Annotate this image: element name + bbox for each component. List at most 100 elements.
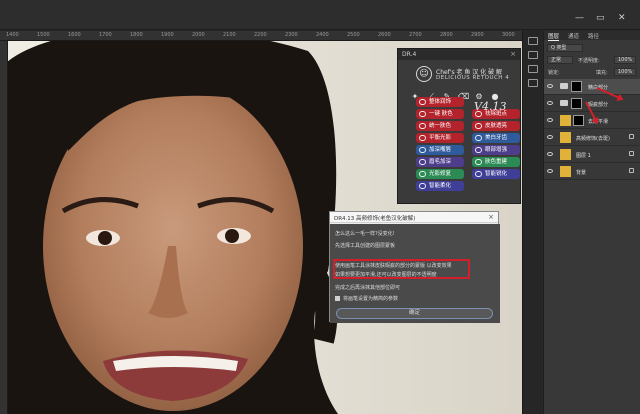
- dr4-button-icon: [419, 111, 426, 117]
- dr4-button-label: 统一肤色: [429, 123, 452, 129]
- visibility-eye-icon[interactable]: [547, 152, 553, 156]
- panel-toolstrip: [522, 31, 542, 414]
- dr4-action-button[interactable]: 美白牙齿: [472, 133, 520, 143]
- brush-settings-checkbox[interactable]: [335, 296, 340, 301]
- adjustments-icon[interactable]: [527, 65, 538, 73]
- layer-row[interactable]: 图层 1: [544, 147, 640, 163]
- dr4-button-label: 肤色重建: [485, 159, 508, 165]
- dr4-action-button[interactable]: 光影修复: [416, 169, 464, 179]
- ruler-tick: 2500: [347, 32, 360, 38]
- dr4-action-button[interactable]: 眉毛加深: [416, 157, 464, 167]
- highlight-box: [333, 259, 470, 279]
- minimize-icon[interactable]: —: [575, 14, 584, 23]
- dr4-button-label: 美白牙齿: [485, 135, 508, 141]
- dr4-button-label: 智能柔化: [429, 183, 452, 189]
- ruler-tick: 2300: [285, 32, 298, 38]
- dialog-body: 怎么这么一毛一样?没变化! 先选择工具创建的图层蒙板 使用画笔工具涂抹皮肤瑕疵的…: [330, 224, 500, 323]
- vertical-ruler: [0, 41, 8, 414]
- ruler-tick: 2900: [471, 32, 484, 38]
- ruler-tick: 2700: [409, 32, 422, 38]
- tab-paths[interactable]: 路径: [588, 32, 599, 40]
- dr4-button-icon: [419, 159, 426, 165]
- lock-icon: [629, 151, 634, 156]
- checkbox1-label: 将画笔设置为精简的参数: [343, 296, 399, 302]
- layer-kind-filter[interactable]: Q 类型: [547, 44, 583, 52]
- blend-mode-select[interactable]: 正常: [547, 56, 573, 64]
- layer-name: 图层 1: [576, 153, 591, 159]
- dr4-button-label: 一键 肤色: [429, 111, 453, 117]
- close-window-icon[interactable]: ✕: [618, 14, 626, 23]
- tab-layers[interactable]: 图层: [548, 32, 560, 41]
- dialog-titlebar[interactable]: DR4.13 高频修饰(老鱼汉化破解) ×: [330, 212, 498, 223]
- dr4-title: DR.4: [402, 51, 417, 58]
- layer-name: 瑕疵部分: [588, 102, 609, 108]
- maximize-icon[interactable]: ▭: [596, 14, 605, 23]
- chef-logo-icon: ☺: [416, 66, 432, 82]
- ok-button[interactable]: 确定: [336, 308, 493, 319]
- dr4-action-button[interactable]: 整体润饰: [416, 97, 464, 107]
- horizontal-ruler: 1400 1500 1600 1700 1800 1900 2000 2100 2200 2300…: [0, 31, 522, 41]
- visibility-eye-icon[interactable]: [547, 135, 553, 139]
- dialog-title: DR4.13 高频修饰(老鱼汉化破解): [334, 216, 416, 222]
- layer-mask-thumbnail[interactable]: [571, 81, 582, 92]
- dr4-action-button[interactable]: 平衡光影: [416, 133, 464, 143]
- visibility-eye-icon[interactable]: [547, 84, 553, 88]
- dr4-button-label: 平衡光影: [429, 135, 452, 141]
- opacity-field[interactable]: 100%: [614, 56, 636, 64]
- fill-field[interactable]: 100%: [614, 68, 636, 76]
- dr4-button-label: 整体润饰: [429, 99, 452, 105]
- layer-thumbnail[interactable]: [560, 166, 571, 177]
- dr4-button-icon: [419, 135, 426, 141]
- dr4-button-label: 加深嘴唇: [429, 147, 452, 153]
- ruler-tick: 1700: [99, 32, 112, 38]
- top-bar: — ▭ ✕: [0, 0, 640, 30]
- properties-icon[interactable]: [527, 51, 538, 59]
- layer-row[interactable]: 高频修饰(去斑): [544, 130, 640, 146]
- folder-icon: [560, 100, 568, 106]
- dr4-button-label: 皮肤透亮: [485, 123, 508, 129]
- version-label: V4.13: [474, 100, 507, 113]
- ruler-tick: 2600: [378, 32, 391, 38]
- dialog-line-2: 先选择工具创建的图层蒙板: [335, 243, 396, 249]
- dr4-action-button[interactable]: 统一肤色: [416, 121, 464, 131]
- layer-row[interactable]: 精白部分: [544, 79, 640, 95]
- dr4-action-button[interactable]: 智能锐化: [472, 169, 520, 179]
- dr4-action-button[interactable]: 皮肤透亮: [472, 121, 520, 131]
- layer-thumbnail[interactable]: [560, 115, 571, 126]
- dr4-panel-header[interactable]: DR.4 ×: [398, 49, 520, 60]
- dr4-button-icon: [475, 159, 482, 165]
- visibility-eye-icon[interactable]: [547, 101, 553, 105]
- dr4-button-icon: [419, 147, 426, 153]
- dr4-action-button[interactable]: 智能柔化: [416, 181, 464, 191]
- layer-thumbnail[interactable]: [560, 132, 571, 143]
- dr4-close-icon[interactable]: ×: [510, 50, 516, 58]
- ruler-tick: 3000: [502, 32, 515, 38]
- dr4-button-label: 眼部增强: [485, 147, 508, 153]
- layer-thumbnail[interactable]: [560, 149, 571, 160]
- brush-settings-icon[interactable]: [527, 79, 538, 87]
- dr4-action-button[interactable]: 一键 肤色: [416, 109, 464, 119]
- visibility-eye-icon[interactable]: [547, 169, 553, 173]
- layer-row[interactable]: 瑕疵部分: [544, 96, 640, 112]
- layer-mask-thumbnail[interactable]: [573, 115, 584, 126]
- panel-tabs: 图层 通道 路径: [544, 31, 640, 41]
- ruler-tick: 1600: [68, 32, 81, 38]
- visibility-eye-icon[interactable]: [547, 118, 553, 122]
- tab-channels[interactable]: 通道: [568, 32, 579, 40]
- layer-name: 高频修饰(去斑): [576, 136, 610, 142]
- dialog-close-icon[interactable]: ×: [488, 213, 494, 221]
- history-icon[interactable]: [527, 37, 538, 45]
- dr4-button-icon: [475, 135, 482, 141]
- ruler-tick: 1900: [161, 32, 174, 38]
- folder-icon: [560, 83, 568, 89]
- dr4-action-button[interactable]: 加深嘴唇: [416, 145, 464, 155]
- dr4-action-button[interactable]: 肤色重建: [472, 157, 520, 167]
- ruler-tick: 1400: [6, 32, 19, 38]
- dr4-action-button[interactable]: 眼部增强: [472, 145, 520, 155]
- dr4-button-icon: [419, 171, 426, 177]
- layer-mask-thumbnail[interactable]: [571, 98, 582, 109]
- dr4-dialog: DR4.13 高频修饰(老鱼汉化破解) × 怎么这么一毛一样?没变化! 先选择工…: [329, 211, 500, 323]
- layer-row[interactable]: 背景: [544, 164, 640, 180]
- dr4-button-icon: [475, 123, 482, 129]
- dr4-button-icon: [419, 123, 426, 129]
